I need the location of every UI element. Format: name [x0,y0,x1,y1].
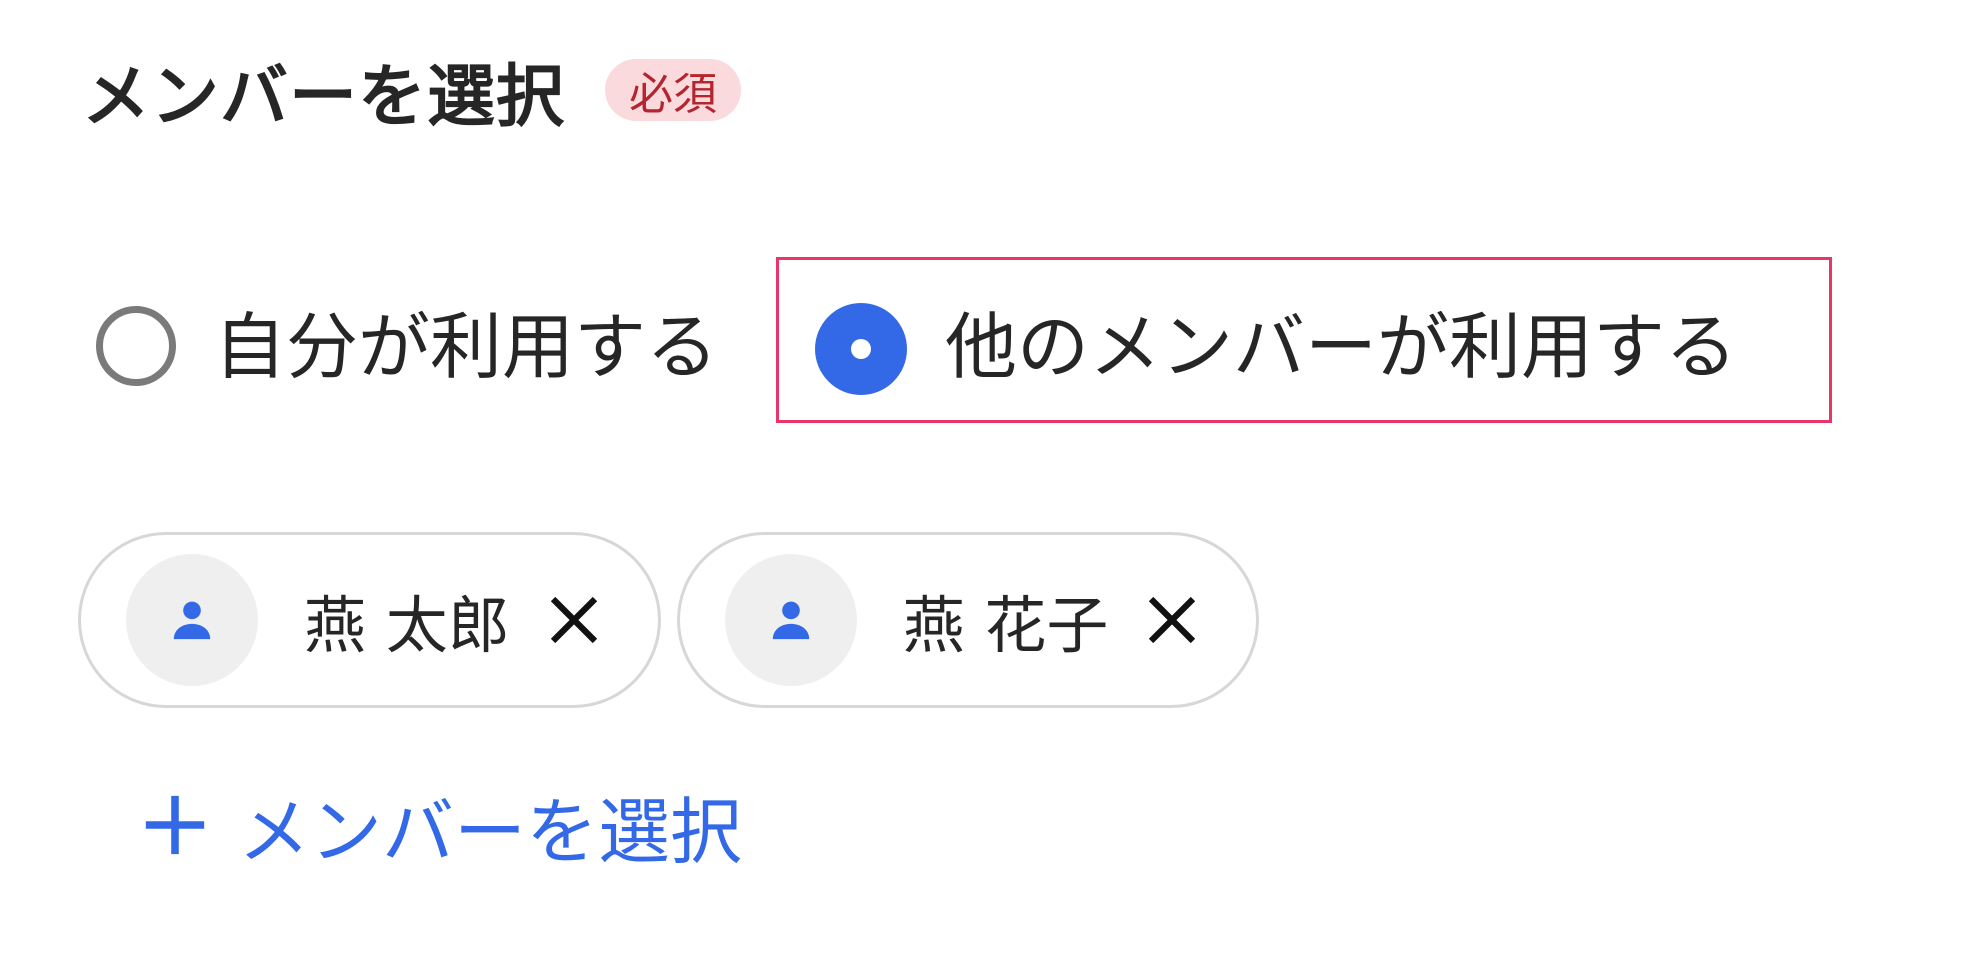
remove-member-button[interactable] [1144,592,1200,648]
radio-label-self: 自分が利用する [214,304,719,389]
avatar [126,554,258,686]
radio-checked-icon[interactable] [815,303,908,395]
section-title: メンバーを選択 [82,57,566,137]
close-icon[interactable] [1147,595,1197,645]
member-selection-panel: メンバーを選択 必須 自分が利用する 他のメンバーが利用する 燕 太郎 燕 花子… [0,0,1964,956]
add-member-button[interactable]: メンバーを選択 [140,770,742,880]
radio-option-other-members[interactable]: 他のメンバーが利用する [776,257,1833,423]
person-icon [772,601,809,640]
remove-member-button[interactable] [546,592,602,648]
person-icon [173,601,211,640]
member-chip: 燕 花子 [676,532,1260,708]
plus-icon [145,795,205,855]
radio-label-other-members: 他のメンバーが利用する [945,304,1738,389]
member-chip: 燕 太郎 [78,532,661,708]
add-member-label: メンバーを選択 [238,789,743,874]
radio-option-self[interactable]: 自分が利用する [96,260,718,420]
member-name: 燕 花子 [902,589,1109,662]
avatar [724,554,857,686]
required-badge: 必須 [605,59,742,121]
radio-unchecked-icon[interactable] [96,306,176,386]
close-icon[interactable] [549,595,599,645]
radio-dot [851,339,872,359]
section-header: メンバーを選択 必須 [82,40,742,140]
usage-radio-group: 自分が利用する 他のメンバーが利用する [96,257,1833,423]
member-name: 燕 太郎 [304,589,510,662]
selected-members-list: 燕 太郎 燕 花子 [78,532,1275,708]
